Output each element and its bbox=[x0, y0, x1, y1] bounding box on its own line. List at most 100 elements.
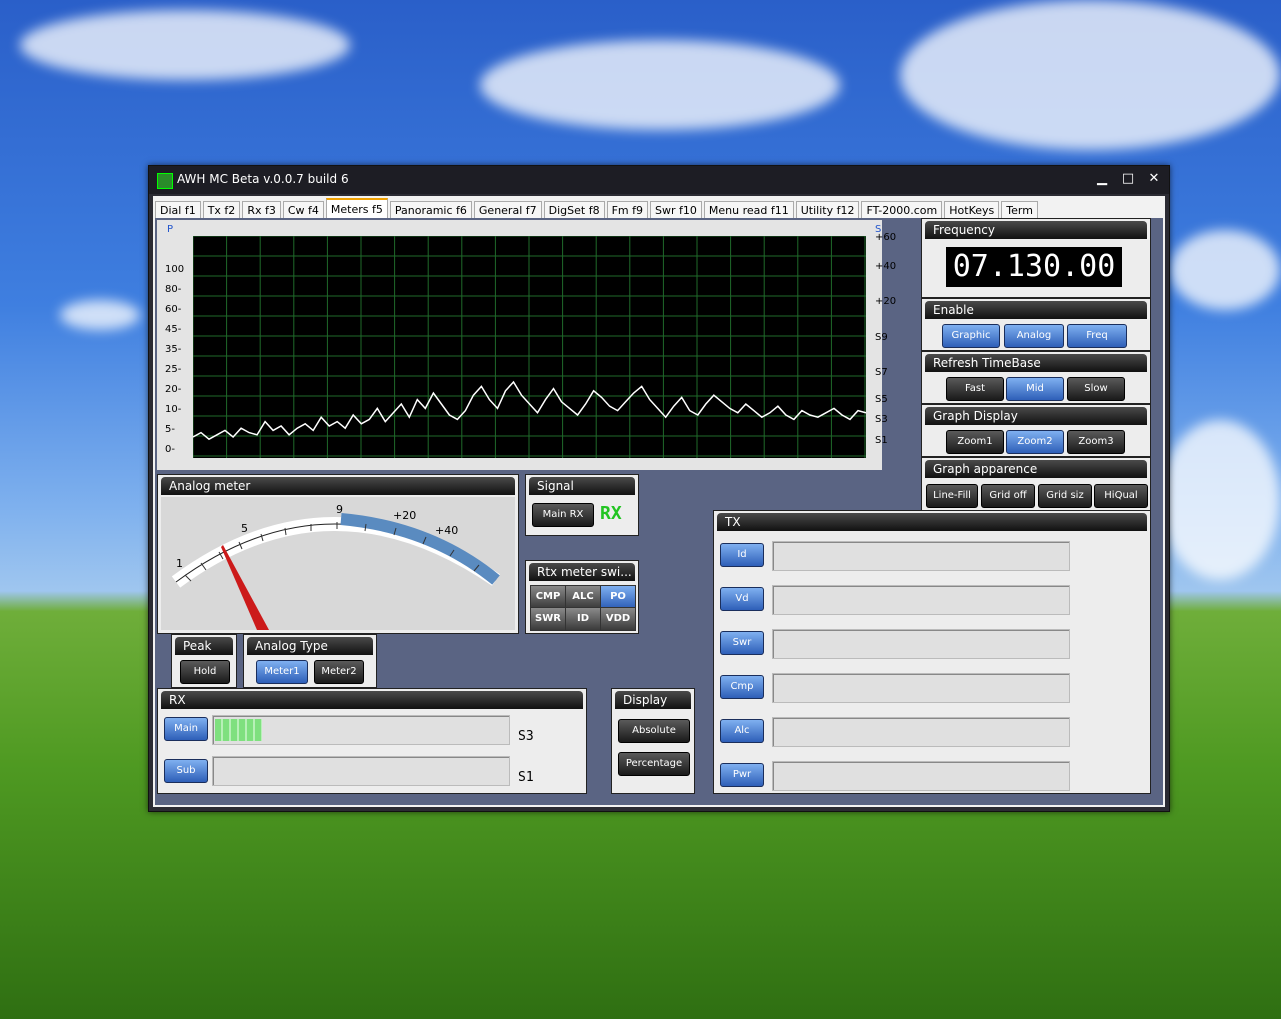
tab-0[interactable]: Dial f1 bbox=[155, 201, 201, 219]
meter-label-40: +40 bbox=[435, 524, 458, 537]
tx-alc-button[interactable]: Alc bbox=[720, 719, 764, 743]
tx-cmp-button[interactable]: Cmp bbox=[720, 675, 764, 699]
fast-button[interactable]: Fast bbox=[946, 377, 1004, 401]
tab-9[interactable]: Swr f10 bbox=[650, 201, 702, 219]
analog-meter-panel: Analog meter 1 5 9 +20 +40 bbox=[157, 474, 519, 634]
tx-vd-button[interactable]: Vd bbox=[720, 587, 764, 611]
rx-sub-button[interactable]: Sub bbox=[164, 759, 208, 783]
graph-left-title: P bbox=[167, 224, 174, 235]
tab-14[interactable]: Term bbox=[1001, 201, 1038, 219]
analog-button[interactable]: Analog bbox=[1004, 324, 1064, 348]
right-tick: S7 bbox=[875, 367, 888, 378]
tab-12[interactable]: FT-2000.com bbox=[861, 201, 943, 219]
frequency-panel: Frequency 07.130.00 bbox=[921, 218, 1151, 298]
rtx-id-button[interactable]: ID bbox=[565, 607, 601, 631]
meters-page: P S 100 80- 60- 45- 35- 25- 20- 10- 5- 0- +60 +40 +… bbox=[155, 218, 1163, 805]
freq-button[interactable]: Freq bbox=[1067, 324, 1127, 348]
tab-5[interactable]: Panoramic f6 bbox=[389, 201, 472, 219]
tab-bar: Dial f1 Tx f2 Rx f3 Cw f4 Meters f5 Panoramic… bbox=[155, 198, 1040, 219]
tx-id-bar bbox=[772, 541, 1070, 571]
rtx-po-button[interactable]: PO bbox=[600, 585, 636, 609]
signal-graph bbox=[193, 236, 866, 458]
app-window: AWH MC Beta v.0.0.7 build 6 ▁ □ ✕ Dial f… bbox=[148, 165, 1170, 812]
tab-7[interactable]: DigSet f8 bbox=[543, 201, 605, 219]
left-tick: 0- bbox=[165, 444, 175, 455]
rx-main-button[interactable]: Main bbox=[164, 717, 208, 741]
rtx-cmp-button[interactable]: CMP bbox=[530, 585, 566, 609]
tab-2[interactable]: Rx f3 bbox=[242, 201, 281, 219]
grid-off-button[interactable]: Grid off bbox=[981, 484, 1035, 508]
display-title: Display bbox=[615, 691, 691, 709]
tx-swr-button[interactable]: Swr bbox=[720, 631, 764, 655]
tx-alc-bar bbox=[772, 717, 1070, 747]
left-tick: 60- bbox=[165, 304, 182, 315]
meter-label-20: +20 bbox=[393, 509, 416, 522]
mid-button[interactable]: Mid bbox=[1006, 377, 1064, 401]
tab-1[interactable]: Tx f2 bbox=[202, 201, 241, 219]
grid-size-button[interactable]: Grid siz bbox=[1038, 484, 1092, 508]
tab-8[interactable]: Fm f9 bbox=[606, 201, 648, 219]
meter1-button[interactable]: Meter1 bbox=[256, 660, 308, 684]
tab-10[interactable]: Menu read f11 bbox=[703, 201, 794, 219]
cloud bbox=[900, 0, 1280, 150]
tab-4[interactable]: Meters f5 bbox=[325, 198, 388, 219]
graph-appearance-title: Graph apparence bbox=[925, 460, 1147, 478]
tab-11[interactable]: Utility f12 bbox=[795, 201, 860, 219]
maximize-button[interactable]: □ bbox=[1117, 170, 1139, 188]
title-bar[interactable]: AWH MC Beta v.0.0.7 build 6 ▁ □ ✕ bbox=[149, 166, 1169, 194]
hold-button[interactable]: Hold bbox=[180, 660, 230, 684]
peak-panel: Peak Hold bbox=[171, 634, 237, 688]
rtx-vdd-button[interactable]: VDD bbox=[600, 607, 636, 631]
minimize-button[interactable]: ▁ bbox=[1091, 170, 1113, 188]
cloud bbox=[1170, 230, 1280, 310]
main-rx-button[interactable]: Main RX bbox=[532, 503, 594, 527]
tx-pwr-bar bbox=[772, 761, 1070, 791]
rx-main-reading: S3 bbox=[518, 729, 534, 744]
right-tick: S9 bbox=[875, 332, 888, 343]
rtx-swr-button[interactable]: SWR bbox=[530, 607, 566, 631]
left-tick: 20- bbox=[165, 384, 182, 395]
graph-appearance-panel: Graph apparence Line-Fill Grid off Grid … bbox=[921, 457, 1151, 511]
tx-pwr-button[interactable]: Pwr bbox=[720, 763, 764, 787]
meter-label-9: 9 bbox=[336, 503, 343, 516]
zoom3-button[interactable]: Zoom3 bbox=[1067, 430, 1125, 454]
analog-type-title: Analog Type bbox=[247, 637, 373, 655]
tab-3[interactable]: Cw f4 bbox=[282, 201, 324, 219]
analog-meter-title: Analog meter bbox=[161, 477, 515, 495]
tab-13[interactable]: HotKeys bbox=[944, 201, 1000, 219]
rtx-alc-button[interactable]: ALC bbox=[565, 585, 601, 609]
graph-area: P S 100 80- 60- 45- 35- 25- 20- 10- 5- 0- +60 +40 +… bbox=[157, 220, 896, 470]
client-area: Dial f1 Tx f2 Rx f3 Cw f4 Meters f5 Panoramic… bbox=[153, 196, 1165, 807]
rx-title: RX bbox=[161, 691, 583, 709]
analog-meter-gauge: 1 5 9 +20 +40 bbox=[161, 497, 515, 630]
meter-label-1: 1 bbox=[176, 557, 183, 570]
absolute-button[interactable]: Absolute bbox=[618, 719, 690, 743]
app-icon bbox=[157, 173, 173, 189]
window-title: AWH MC Beta v.0.0.7 build 6 bbox=[177, 172, 349, 186]
graphic-button[interactable]: Graphic bbox=[942, 324, 1000, 348]
cloud bbox=[20, 10, 350, 80]
percentage-button[interactable]: Percentage bbox=[618, 752, 690, 776]
meter2-button[interactable]: Meter2 bbox=[314, 660, 364, 684]
signal-title: Signal bbox=[529, 477, 635, 495]
zoom1-button[interactable]: Zoom1 bbox=[946, 430, 1004, 454]
zoom2-button[interactable]: Zoom2 bbox=[1006, 430, 1064, 454]
rx-sub-reading: S1 bbox=[518, 770, 534, 785]
rtx-meter-grid: CMP ALC PO SWR ID VDD bbox=[530, 585, 636, 631]
right-tick: +60 bbox=[875, 232, 897, 243]
signal-panel: Signal Main RX RX bbox=[525, 474, 639, 536]
tab-6[interactable]: General f7 bbox=[473, 201, 542, 219]
left-tick: 5- bbox=[165, 424, 175, 435]
slow-button[interactable]: Slow bbox=[1067, 377, 1125, 401]
right-tick: S1 bbox=[875, 435, 888, 446]
tx-id-button[interactable]: Id bbox=[720, 543, 764, 567]
line-fill-button[interactable]: Line-Fill bbox=[926, 484, 978, 508]
graph-display-panel: Graph Display Zoom1 Zoom2 Zoom3 bbox=[921, 404, 1151, 457]
close-button[interactable]: ✕ bbox=[1143, 170, 1165, 188]
right-tick: +40 bbox=[875, 261, 897, 272]
rx-sub-bar bbox=[212, 756, 510, 786]
tx-panel: TX Id Vd Swr Cmp Alc Pwr bbox=[713, 510, 1151, 794]
cloud bbox=[60, 300, 140, 330]
frequency-display: 07.130.00 bbox=[946, 247, 1122, 287]
hiqual-button[interactable]: HiQual bbox=[1094, 484, 1148, 508]
